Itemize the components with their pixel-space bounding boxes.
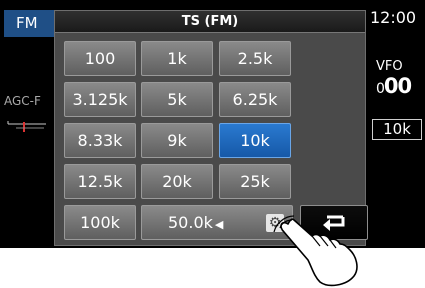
ts-button-9k[interactable]: 9k — [141, 123, 213, 158]
ts-indicator[interactable]: 10k — [372, 119, 422, 140]
ts-button-100[interactable]: 100 — [64, 41, 136, 76]
vfo-digits-big: 00 — [383, 74, 412, 98]
ts-dialog: TS (FM) 100 1k 2.5k 3.125k 5k 6.25k 8.33… — [54, 10, 368, 246]
ts-button-5k[interactable]: 5k — [141, 82, 213, 117]
tapping-hand-icon — [273, 215, 358, 287]
dialog-title: TS (FM) — [55, 11, 365, 33]
meter-icon — [7, 121, 46, 132]
vfo-digits-small: 0 — [376, 81, 385, 97]
ts-button-100k[interactable]: 100k — [64, 205, 136, 240]
mode-tab[interactable]: FM — [4, 10, 54, 37]
custom-value: 50.0k — [168, 213, 213, 232]
ts-button-20k[interactable]: 20k — [141, 164, 213, 199]
ts-button-3-125k[interactable]: 3.125k — [64, 82, 136, 117]
ts-button-8-33k[interactable]: 8.33k — [64, 123, 136, 158]
ts-button-1k[interactable]: 1k — [141, 41, 213, 76]
ts-button-10k[interactable]: 10k — [219, 123, 291, 158]
clock: 12:00 — [370, 8, 417, 27]
ts-button-25k[interactable]: 25k — [219, 164, 291, 199]
ts-button-2-5k[interactable]: 2.5k — [219, 41, 291, 76]
vfo-label: VFO — [376, 59, 403, 74]
radio-screen: FM AGC-F 12:00 VFO 000 10k TS (FM) 100 1… — [0, 0, 425, 248]
agc-label: AGC-F — [4, 94, 41, 108]
left-triangle-icon: ◀ — [214, 218, 224, 231]
ts-button-6-25k[interactable]: 6.25k — [219, 82, 291, 117]
ts-button-12-5k[interactable]: 12.5k — [64, 164, 136, 199]
vfo-frequency: 000 — [376, 74, 412, 98]
